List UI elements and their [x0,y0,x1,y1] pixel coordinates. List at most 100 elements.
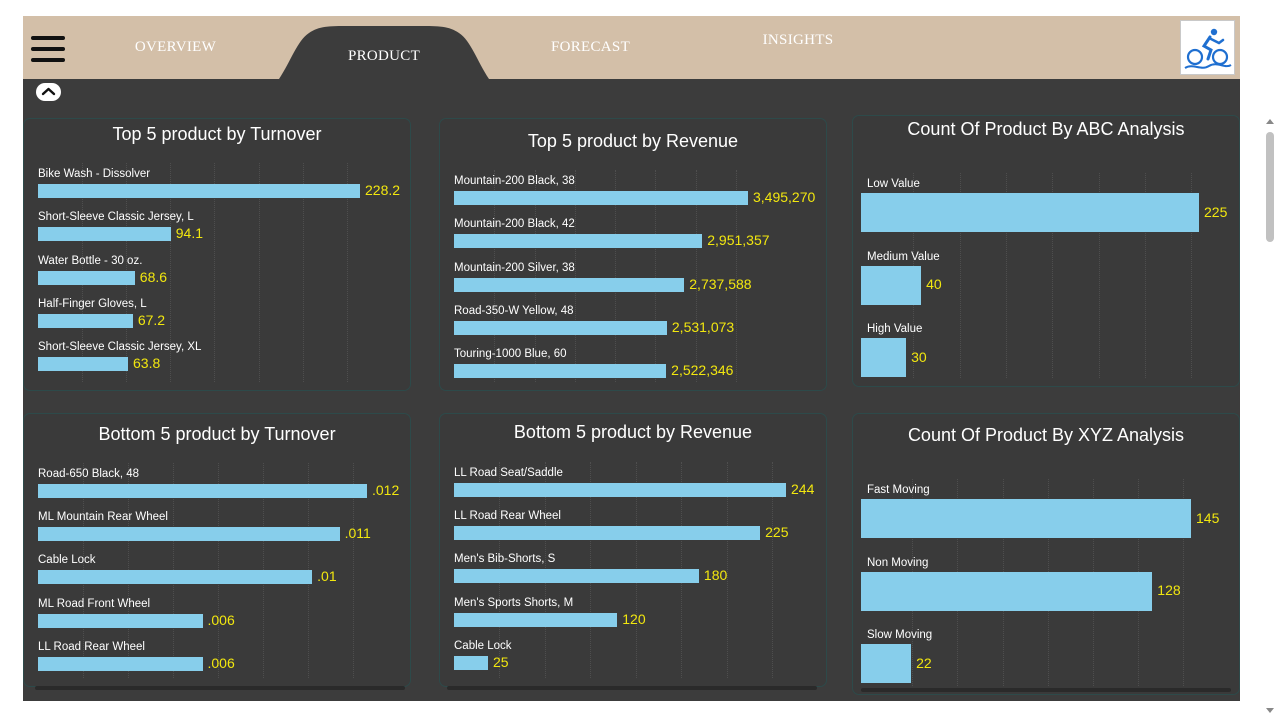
bar[interactable] [861,499,1191,538]
bar[interactable] [454,483,786,497]
bar[interactable] [38,270,135,285]
bar[interactable] [38,570,313,585]
chart-card[interactable]: Bottom 5 product by Revenue LL Road Seat/… [439,413,827,687]
bar[interactable] [38,527,340,542]
data-label: 25 [493,653,509,670]
page-scrollbar[interactable] [1262,115,1280,720]
category-label: Men's Sports Shorts, M [454,596,574,609]
bar[interactable] [38,484,367,498]
data-label: 225 [1204,203,1228,220]
bar[interactable] [454,655,489,670]
category-label: Road-650 Black, 48 [38,468,140,480]
data-label: 22 [916,654,932,671]
bar[interactable] [38,184,360,198]
chart-title: Bottom 5 product by Turnover [98,424,336,444]
bar[interactable] [454,277,685,292]
bar[interactable] [454,526,761,541]
category-label: ML Mountain Rear Wheel [38,511,168,524]
chart-card[interactable]: Top 5 product by Turnover Bike Wash - Dis… [23,118,411,391]
data-label: 67.2 [137,311,166,328]
horizontal-scrollbar[interactable] [35,686,405,690]
chart-card[interactable]: Count Of Product By XYZ Analysis Fast Mov… [852,413,1240,695]
bar[interactable] [454,320,667,335]
chart-title: Count Of Product By ABC Analysis [907,119,1185,139]
category-label: Mountain-200 Silver, 38 [454,261,575,274]
tab-forecast[interactable]: FORECAST [543,16,638,79]
data-label: 145 [1196,509,1220,526]
category-label: Men's Bib-Shorts, S [454,553,556,566]
bar[interactable] [454,364,667,379]
category-label: Half-Finger Gloves, L [38,297,147,310]
bar[interactable] [861,571,1153,611]
scroll-down-arrow-icon[interactable] [1266,708,1274,713]
category-label: LL Road Rear Wheel [454,510,561,523]
chart-title: Bottom 5 product by Revenue [513,422,753,442]
tab-forecast-label: FORECAST [550,39,631,55]
bar[interactable] [454,612,618,627]
bar[interactable] [861,265,922,305]
bar[interactable] [454,234,703,249]
bar[interactable] [38,227,171,242]
category-label: LL Road Rear Wheel [38,640,145,653]
bar[interactable] [38,357,129,372]
category-label: Cable Lock [38,554,96,567]
category-label: Low Value [867,178,920,190]
data-label: 68.6 [139,268,168,285]
category-label: Touring-1000 Blue, 60 [454,348,567,361]
tab-overview[interactable]: OVERVIEW [123,16,228,79]
chart-title: Top 5 product by Turnover [112,124,322,144]
category-label: Cable Lock [454,639,512,652]
chart-card[interactable]: Top 5 product by Revenue Mountain-200 Bla… [439,118,827,391]
chart-card[interactable]: Bottom 5 product by Turnover Road-650 Bla… [23,413,411,687]
data-label: 128 [1157,582,1181,598]
cyclist-logo [1180,20,1235,75]
data-label: .006 [207,611,235,628]
category-label: LL Road Seat/Saddle [454,467,563,479]
data-label: 2,531,073 [671,318,735,335]
category-label: Non Moving [867,556,929,569]
bar[interactable] [38,313,133,328]
category-label: Road-350-W Yellow, 48 [454,304,574,317]
data-label: .011 [344,525,371,542]
category-label: Fast Moving [867,484,930,496]
data-label: 30 [911,348,927,365]
data-label: 244 [791,481,815,497]
data-label: 2,951,357 [707,232,770,249]
data-label: 3,495,270 [753,189,816,205]
report-canvas: OVERVIEW PRODUCT FORECAST INSIGHTS Top 5… [23,16,1240,701]
data-label: 225 [765,524,789,541]
chart-card[interactable]: Count Of Product By ABC Analysis Low Valu… [852,115,1240,387]
header-bar: OVERVIEW PRODUCT FORECAST INSIGHTS [23,16,1240,79]
category-label: Medium Value [867,250,940,263]
data-label: 2,737,588 [689,275,752,292]
category-label: Water Bottle - 30 oz. [38,254,143,267]
tab-product-label: PRODUCT [347,48,421,64]
tab-product[interactable]: PRODUCT [279,16,489,79]
category-label: Bike Wash - Dissolver [38,168,151,180]
bar[interactable] [861,338,907,377]
bar[interactable] [38,613,203,628]
data-label: 120 [622,610,646,627]
bar[interactable] [454,569,699,584]
tab-insights[interactable]: INSIGHTS [753,16,843,72]
horizontal-scrollbar[interactable] [861,688,1231,692]
hamburger-icon[interactable] [31,36,65,64]
scrollbar-thumb[interactable] [1266,132,1274,242]
data-label: .012 [372,482,400,498]
bar[interactable] [861,193,1199,232]
chevron-up-icon[interactable] [36,83,61,101]
tab-overview-label: OVERVIEW [134,39,217,55]
bar[interactable] [861,644,912,683]
bar[interactable] [38,656,203,671]
tab-insights-label: INSIGHTS [762,32,834,48]
data-label: .006 [207,654,235,671]
category-label: Mountain-200 Black, 38 [454,175,575,187]
data-label: 63.8 [133,355,161,372]
category-label: ML Road Front Wheel [38,597,151,610]
bar[interactable] [454,191,748,205]
category-label: Short-Sleeve Classic Jersey, L [38,211,194,224]
data-label: 94.1 [175,225,204,242]
scroll-up-arrow-icon[interactable] [1266,119,1274,124]
category-label: High Value [867,323,923,335]
horizontal-scrollbar[interactable] [447,686,817,690]
